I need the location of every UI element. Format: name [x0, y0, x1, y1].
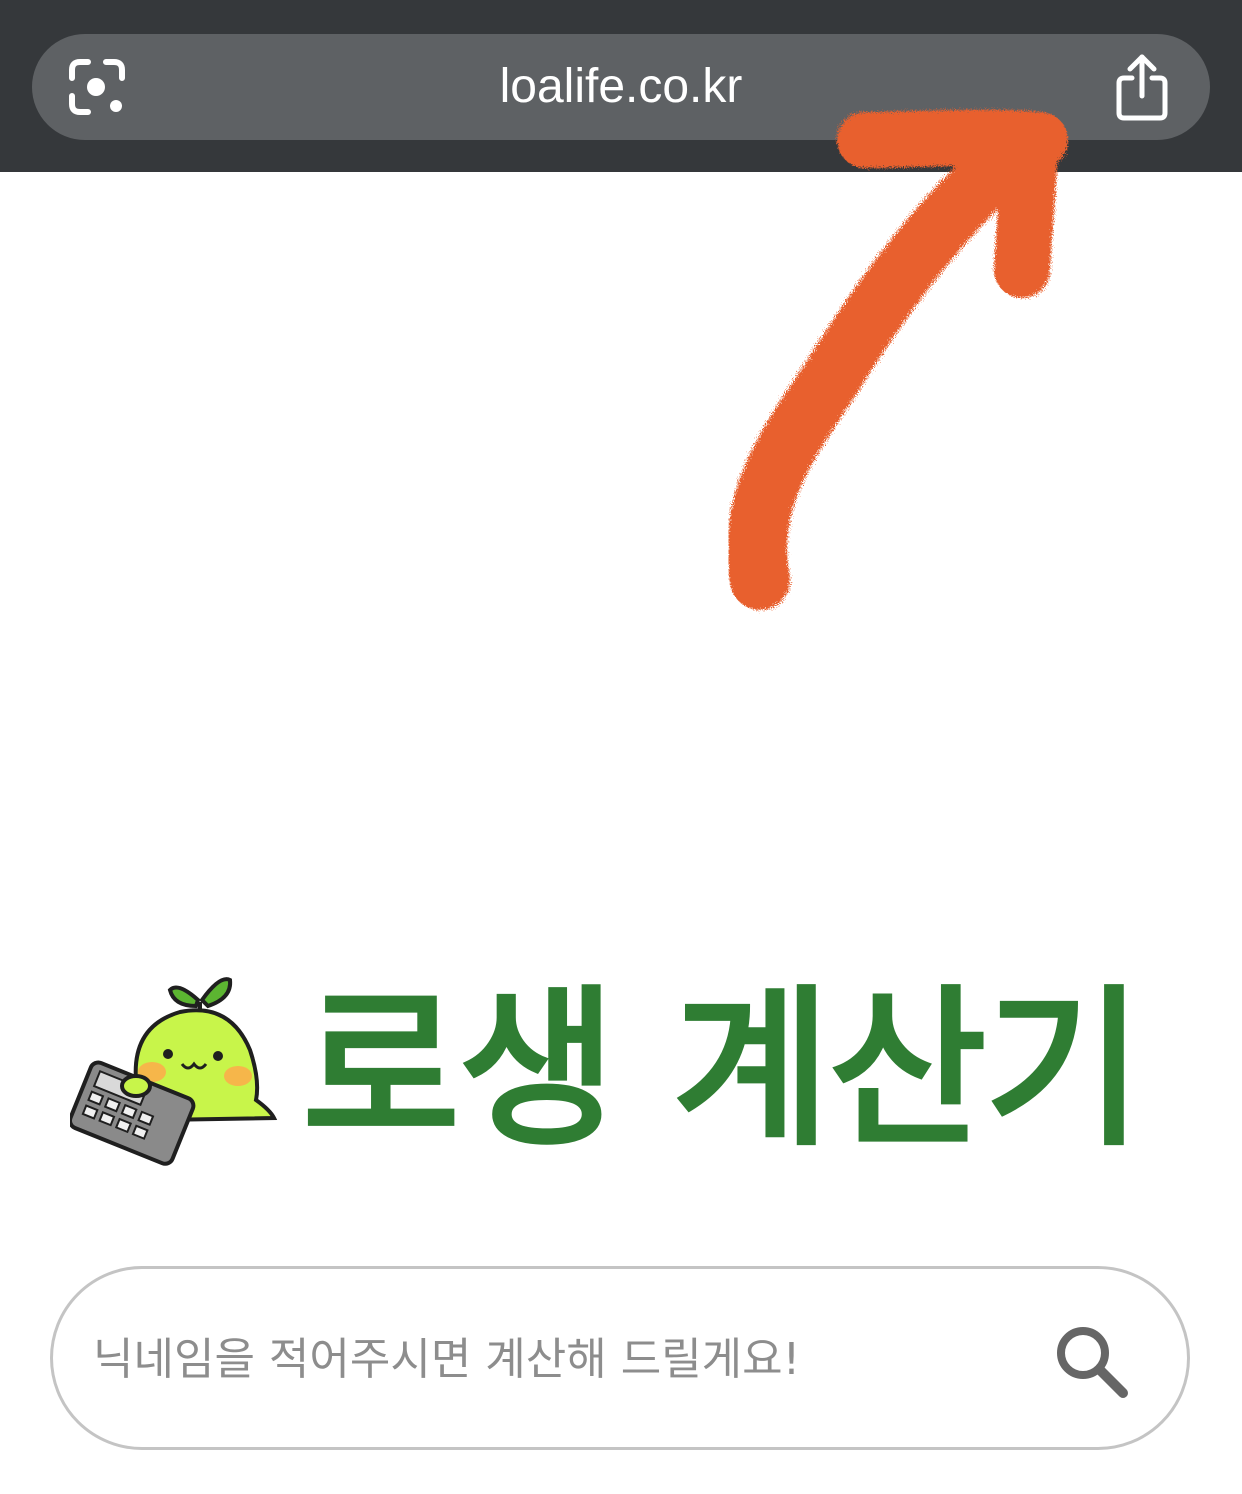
address-bar[interactable]: loalife.co.kr	[32, 34, 1210, 140]
app-title: 로생 계산기	[302, 969, 1143, 1170]
browser-toolbar: loalife.co.kr	[0, 0, 1242, 172]
search-button[interactable]	[1053, 1323, 1129, 1399]
share-icon[interactable]	[1114, 52, 1170, 122]
url-text[interactable]: loalife.co.kr	[32, 34, 1210, 140]
nickname-search-input[interactable]	[91, 1269, 1035, 1449]
page: loalife.co.kr 로생 계산기 닉네임을 적어주시면 계산해 드릴게요…	[0, 0, 1242, 1494]
app-title-row: 로생 계산기	[70, 970, 1180, 1180]
sprout-calculator-mascot-icon	[70, 977, 278, 1166]
nickname-search-box[interactable]	[50, 1266, 1190, 1450]
search-icon	[1057, 1327, 1128, 1398]
